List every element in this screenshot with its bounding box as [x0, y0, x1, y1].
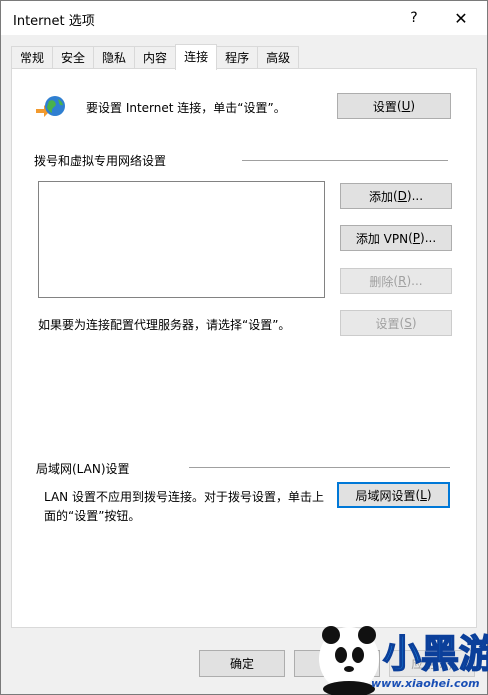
tab-strip: 常规 安全 隐私 内容 连接 程序 高级 [11, 44, 300, 70]
ok-button[interactable]: 确定 [199, 650, 285, 677]
connections-list[interactable] [38, 181, 325, 298]
lan-settings-button-label: 局域网设置 [355, 488, 416, 503]
watermark-url: www.xiaohei.com [371, 677, 480, 690]
tab-content[interactable]: 内容 [134, 46, 177, 69]
connections-panel: 要设置 Internet 连接，单击“设置”。 设置(U) 拨号和虚拟专用网络设… [11, 68, 477, 628]
close-icon: ✕ [454, 8, 468, 28]
add-button-ellipsis: ... [411, 189, 424, 203]
tab-security[interactable]: 安全 [52, 46, 95, 69]
setup-button[interactable]: 设置(U) [337, 93, 451, 119]
help-button[interactable]: ? [392, 1, 436, 35]
delete-button-hotkey: R [398, 274, 407, 288]
setup-button-hotkey: U [401, 99, 411, 113]
proxy-instruction: 如果要为连接配置代理服务器，请选择“设置”。 [38, 318, 291, 332]
dialup-section-label: 拨号和虚拟专用网络设置 [34, 154, 167, 168]
tab-advanced[interactable]: 高级 [257, 46, 300, 69]
close-button[interactable]: ✕ [436, 1, 486, 35]
delete-button-ellipsis: ... [411, 274, 423, 288]
watermark-brand-text: 小黑游戏 [383, 632, 488, 676]
lan-section-divider [189, 467, 450, 468]
help-icon: ? [410, 10, 418, 26]
tab-general[interactable]: 常规 [11, 46, 54, 69]
tab-privacy[interactable]: 隐私 [93, 46, 136, 69]
tab-programs[interactable]: 程序 [216, 46, 259, 69]
delete-button[interactable]: 删除(R)... [340, 268, 452, 294]
proxy-settings-button-label: 设置 [375, 316, 400, 331]
delete-button-label: 删除 [369, 274, 394, 289]
setup-instruction: 要设置 Internet 连接，单击“设置”。 [86, 101, 286, 115]
proxy-settings-button[interactable]: 设置(S) [340, 310, 452, 336]
lan-settings-button[interactable]: 局域网设置(L) [337, 482, 450, 508]
add-button-label: 添加 [368, 189, 393, 204]
lan-description: LAN 设置不应用到拨号连接。对于拨号设置，单击上面的“设置”按钮。 [44, 490, 324, 523]
lan-settings-button-hotkey: L [420, 488, 427, 502]
title-bar: Internet 选项 ? ✕ [1, 1, 487, 35]
internet-options-dialog: Internet 选项 ? ✕ 常规 安全 隐私 内容 连接 程序 高级 要设置… [0, 0, 488, 695]
setup-button-label: 设置 [372, 99, 397, 114]
add-button-hotkey: D [397, 189, 407, 203]
add-button[interactable]: 添加(D)... [340, 183, 452, 209]
tab-connections[interactable]: 连接 [175, 44, 218, 70]
add-vpn-button-hotkey: P [412, 231, 421, 245]
lan-section-label: 局域网(LAN)设置 [36, 462, 130, 476]
window-title: Internet 选项 [13, 14, 95, 29]
add-vpn-button-ellipsis: ... [424, 231, 437, 245]
add-vpn-button-label: 添加 VPN [355, 231, 409, 246]
proxy-settings-button-hotkey: S [404, 316, 412, 330]
add-vpn-button[interactable]: 添加 VPN(P)... [340, 225, 452, 251]
network-globe-icon [36, 96, 65, 117]
dialup-section-divider [242, 160, 448, 161]
